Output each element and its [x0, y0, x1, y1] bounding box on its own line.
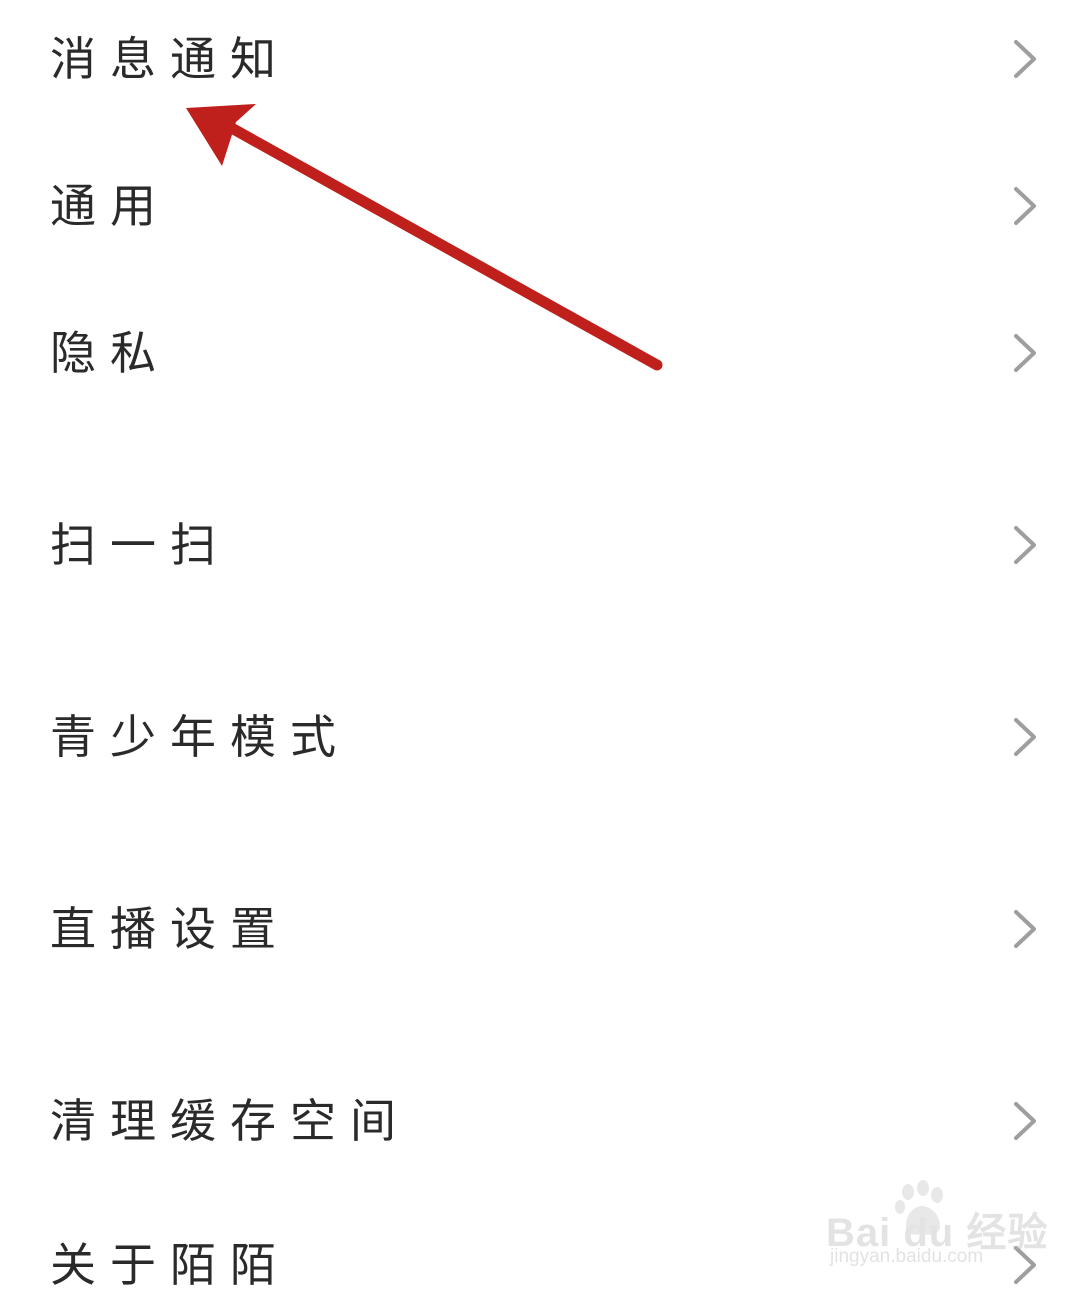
settings-item-general[interactable]: 通用 — [0, 151, 1080, 261]
settings-item-privacy[interactable]: 隐私 — [0, 298, 1080, 408]
chevron-right-icon — [1014, 526, 1036, 564]
settings-item-scan[interactable]: 扫一扫 — [0, 490, 1080, 600]
settings-item-label: 关于陌陌 — [50, 1238, 290, 1292]
settings-item-notifications[interactable]: 消息通知 — [0, 4, 1080, 114]
settings-item-label: 消息通知 — [50, 32, 290, 86]
watermark-url: jingyan.baidu.com — [830, 1246, 984, 1267]
settings-item-teen-mode[interactable]: 青少年模式 — [0, 682, 1080, 792]
settings-item-label: 扫一扫 — [50, 518, 230, 572]
settings-item-live-settings[interactable]: 直播设置 — [0, 874, 1080, 984]
chevron-right-icon — [1014, 187, 1036, 225]
settings-item-label: 青少年模式 — [50, 710, 350, 764]
settings-item-label: 清理缓存空间 — [50, 1094, 410, 1148]
settings-item-clear-cache[interactable]: 清理缓存空间 — [0, 1066, 1080, 1176]
chevron-right-icon — [1014, 718, 1036, 756]
chevron-right-icon — [1014, 40, 1036, 78]
chevron-right-icon — [1014, 334, 1036, 372]
baidu-watermark: Bai du 经验 jingyan.baidu.com — [826, 1180, 1047, 1280]
settings-item-label: 直播设置 — [50, 902, 290, 956]
chevron-right-icon — [1014, 1102, 1036, 1140]
settings-item-label: 隐私 — [50, 326, 170, 380]
settings-item-label: 通用 — [50, 179, 170, 233]
chevron-right-icon — [1014, 910, 1036, 948]
